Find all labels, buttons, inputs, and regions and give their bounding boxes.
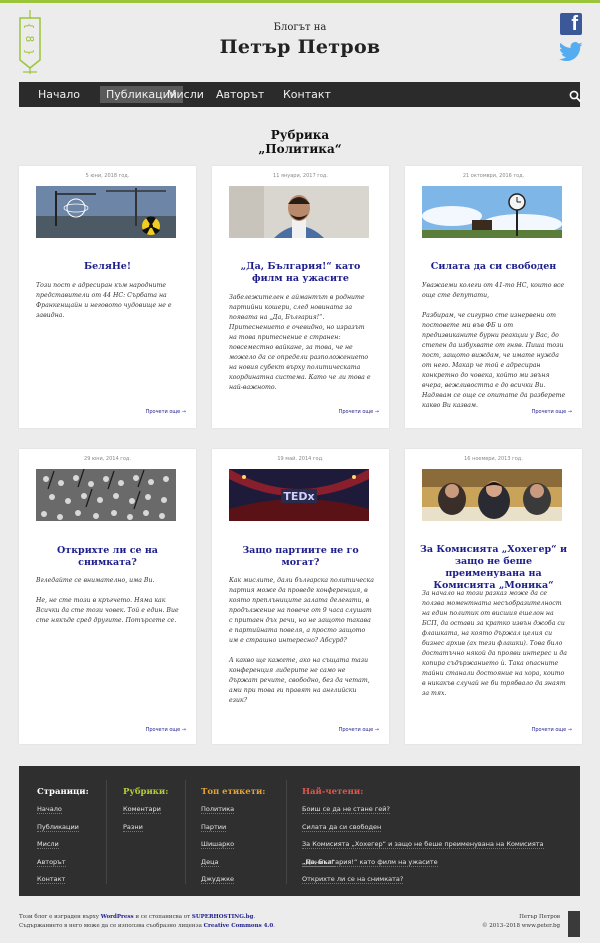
post-title[interactable]: Открихте ли се на снимката? [31,545,184,569]
license-link[interactable]: Creative Commons 4.0 [204,923,274,929]
main-navigation: Начало Публикации Мисли Авторът Контакт [19,82,582,107]
post-title[interactable]: „Да, България!“ като филм на ужасите [224,261,377,285]
footer-divider [106,780,107,884]
footer-divider [286,780,287,884]
post-title[interactable]: Защо партиите не го могат? [224,545,377,569]
post-title[interactable]: БеляНе! [31,261,184,273]
read-more-link[interactable]: Прочети още → [532,409,572,415]
svg-text:TEDx: TEDx [283,490,314,503]
footer-link[interactable]: Начало [37,801,107,819]
footer-link[interactable]: Открихте ли се на снимката? [302,871,572,889]
footer-link[interactable]: Политика [201,801,291,819]
post-excerpt: Забележителен е аймантът в родните парти… [229,294,371,391]
read-more-link[interactable]: Прочети още → [146,727,186,733]
bottom-bar: Този блог е изграден върху WordPress и с… [19,911,580,937]
footer-link[interactable]: Разни [123,819,193,837]
footer-link[interactable]: Коментари [123,801,193,819]
copyright: © 2013–2018 www.peter.bg [481,923,560,929]
footer-link[interactable]: Мисли [37,836,107,854]
footer-link[interactable]: За Комисията „Хохегер“ и защо не беше пр… [302,836,572,867]
footer-link[interactable]: Деца [201,854,291,872]
site-footer: Страници: Начало Публикации Мисли Авторъ… [19,766,580,896]
footer-column-most-read: Най-четени: Боиш се да не стане гей? Сил… [302,787,572,889]
read-more-link[interactable]: Прочети още → [339,727,379,733]
read-more-link[interactable]: Прочети още → [532,727,572,733]
post-date: 21 октомври, 2016 год. [462,173,525,179]
footer-link[interactable]: Авторът [37,854,107,872]
footer-link[interactable]: Публикации [37,819,107,837]
footer-tags-title: Топ етикети: [201,787,266,797]
post-card: 29 юни, 2014 год. Открихте ли се на сним… [19,449,196,744]
footer-link[interactable]: Шишарко [201,836,291,854]
credits-text: . [253,914,256,920]
category-heading-prefix: Рубрика [270,128,330,142]
post-date: 5 юни, 2018 год. [85,173,130,179]
credits-text: Този блог е изграден върху [19,914,101,920]
post-thumbnail[interactable]: TEDx [229,469,369,521]
category-heading-name: „Политика“ [258,142,342,156]
license-text: Съдържанието в него може да се използва … [19,923,204,929]
author-block: Петър Петров © 2013–2018 www.peter.bg [482,913,560,931]
post-card: 11 януари, 2017 год. „Да, България!“ кат… [212,166,389,428]
top-accent-line [0,0,600,3]
post-thumbnail[interactable] [422,469,562,521]
footer-categories-title: Рубрики: [123,787,169,797]
facebook-letter: f [571,13,578,35]
nav-item-author[interactable]: Авторът [210,86,270,103]
blog-title[interactable]: Петър Петров [0,36,600,58]
post-excerpt: Този пост е адресиран към народните пред… [36,282,172,319]
footer-most-read-title: Най-четени: [302,787,364,797]
license-text: . [273,923,275,929]
nav-item-contact[interactable]: Контакт [277,86,337,103]
post-title[interactable]: Силата да си свободен [417,261,570,273]
post-title[interactable]: За Комисията „Хохегер“ и защо не беше пр… [417,544,570,592]
footer-column-pages: Страници: Начало Публикации Мисли Авторъ… [37,787,107,889]
read-more-link[interactable]: Прочети още → [339,409,379,415]
read-more-link[interactable]: Прочети още → [146,409,186,415]
post-thumbnail[interactable] [229,186,369,238]
footer-column-categories: Рубрики: Коментари Разни [123,787,193,836]
footer-link[interactable]: Боиш се да не стане гей? [302,801,572,819]
blog-subtitle: Блогът на [273,22,327,33]
footer-logo-icon[interactable] [568,911,580,937]
footer-pages-title: Страници: [37,787,89,797]
credits-text: и се стопанисва от [133,914,192,920]
facebook-icon[interactable]: f [560,13,582,35]
footer-divider [185,780,186,884]
post-card: 16 ноември, 2013 год. За Комисията „Хохе… [405,449,582,744]
search-icon[interactable] [569,88,582,103]
post-thumbnail[interactable] [36,186,176,238]
post-thumbnail[interactable] [422,186,562,238]
footer-author: Петър Петров [519,914,560,920]
post-excerpt: Вгледайте се внимателно, има Ви. Не, не … [36,577,179,624]
nav-item-home[interactable]: Начало [32,86,86,103]
post-date: 29 юни, 2014 год. [84,456,131,462]
post-card: 21 октомври, 2016 год. Силата да си своб… [405,166,582,428]
wordpress-link[interactable]: WordPress [101,914,134,920]
footer-column-tags: Топ етикети: Политика Партии Шишарко Дец… [201,787,291,889]
footer-link[interactable]: Контакт [37,871,107,889]
footer-link[interactable]: Силата да си свободен [302,819,572,837]
twitter-icon[interactable] [559,41,583,63]
footer-link[interactable]: Джуджке [201,871,291,889]
post-card: 5 юни, 2018 год. БеляНе! Този пост е адр… [19,166,196,428]
post-date: 11 януари, 2017 год. [273,173,328,179]
post-excerpt: Как мислите, дали българска политическа … [229,577,374,704]
post-date: 19 май, 2014 год. [277,456,324,462]
post-excerpt: За начало на този разказ може да се полз… [422,590,567,697]
hosting-link[interactable]: SUPERHOSTING.bg [192,914,253,920]
post-thumbnail[interactable] [36,469,176,521]
footer-link[interactable]: Партии [201,819,291,837]
nav-item-thoughts[interactable]: Мисли [161,86,210,103]
post-date: 16 ноември, 2013 год. [464,456,523,462]
post-excerpt: Уважаеми колеги от 41-то НС, които все о… [422,282,566,409]
post-card: 19 май, 2014 год. TEDx Защо партиите не … [212,449,389,744]
footer-link[interactable]: „Да, България!“ като филм на ужасите [302,854,572,872]
